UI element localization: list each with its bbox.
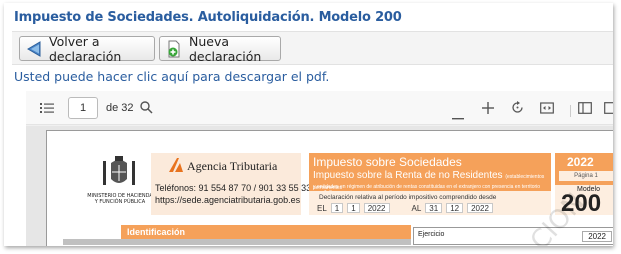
to-year: 2022 (467, 203, 493, 213)
pdf-toolbar: 1 de 32 (26, 91, 613, 125)
new-declaration-button[interactable]: Nueva declaración (159, 33, 281, 64)
period-row: EL 1 1 2022 AL 31 12 2022 (317, 203, 493, 213)
agency-logo-icon (167, 156, 185, 179)
zoom-out-icon[interactable] (452, 107, 464, 125)
from-label: EL (317, 203, 327, 213)
tax-header: Impuesto sobre Sociedades Impuesto sobre… (309, 153, 551, 215)
back-button-label: Volver a declaración (49, 33, 122, 64)
fiscal-year-value: 2022 (582, 231, 612, 242)
fiscal-year-field: Ejercicio 2022 (413, 227, 613, 245)
button-bar: Volver a declaración Nueva declaración (12, 31, 613, 65)
zoom-in-icon[interactable] (482, 101, 494, 119)
pdf-page: MINISTERIO DE HACIENDA Y FUNCIÓN PÚBLICA… (46, 130, 613, 246)
ministry-label: MINISTERIO DE HACIENDA Y FUNCIÓN PÚBLICA (87, 193, 153, 205)
page-total: de 32 (106, 102, 134, 114)
from-month: 1 (347, 203, 360, 213)
new-button-label: Nueva declaración (189, 33, 262, 64)
agency-box: Agencia Tributaria Teléfonos: 91 554 87 … (151, 153, 311, 215)
tax-subtitle-text: Impuesto sobre la Renta de no Residentes (313, 170, 503, 181)
to-label: AL (411, 203, 422, 213)
to-day: 31 (425, 203, 443, 213)
pdf-viewer: 1 de 32 MINISTERIO DE HACIENDA Y FUNCIÓN… (26, 91, 613, 246)
agency-phones: Teléfonos: 91 554 87 70 / 901 33 55 33 (155, 183, 312, 193)
page-label: Página 1 (559, 171, 613, 181)
window-frame: Impuesto de Sociedades. Autoliquidación.… (4, 3, 613, 246)
back-arrow-icon (25, 40, 43, 58)
toolbar-divider (570, 105, 571, 117)
from-year: 2022 (363, 203, 390, 213)
tax-year: 2022 (567, 155, 594, 169)
download-pdf-link[interactable]: Usted puede hacer clic aquí para descarg… (14, 69, 329, 84)
page-view-icon[interactable] (604, 101, 613, 119)
search-icon[interactable] (140, 101, 153, 119)
section-divider (63, 239, 411, 245)
to-month: 12 (446, 203, 464, 213)
agency-name: Agencia Tributaria (187, 159, 278, 173)
new-document-icon (165, 40, 183, 58)
view-mode-icon[interactable] (578, 101, 592, 119)
fit-width-icon[interactable] (540, 101, 554, 119)
coat-of-arms-icon (99, 155, 139, 191)
document-area: MINISTERIO DE HACIENDA Y FUNCIÓN PÚBLICA… (26, 126, 613, 246)
rotate-icon[interactable] (511, 101, 524, 119)
page-number-input[interactable]: 1 (68, 97, 98, 119)
back-to-declaration-button[interactable]: Volver a declaración (19, 33, 155, 64)
period-label: Declaración relativa al período impositi… (319, 194, 497, 201)
fiscal-year-label: Ejercicio (418, 231, 445, 238)
identification-section: Identificación (121, 225, 411, 239)
page-title: Impuesto de Sociedades. Autoliquidación.… (14, 10, 402, 25)
period-box: Declaración relativa al período impositi… (309, 191, 551, 215)
tax-title: Impuesto sobre Sociedades (313, 155, 462, 169)
agency-url: https://sede.agenciatributaria.gob.es (155, 195, 301, 205)
sidebar-toggle-icon[interactable] (40, 101, 54, 119)
from-day: 1 (330, 203, 344, 213)
